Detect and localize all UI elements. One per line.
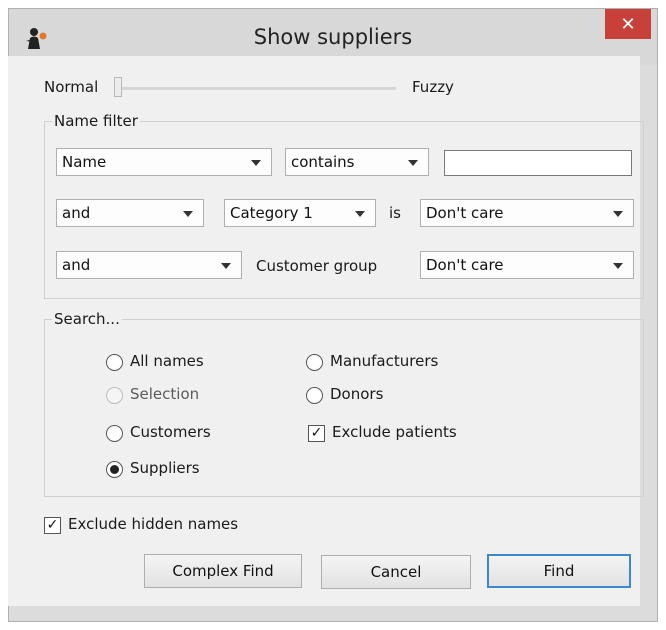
- exclude-hidden-checkbox[interactable]: ✓: [44, 517, 61, 534]
- chevron-down-icon: [183, 211, 193, 217]
- operator-value: contains: [291, 153, 355, 171]
- conjunction-select-2[interactable]: and: [56, 251, 242, 279]
- customer-group-select[interactable]: Don't care: [420, 251, 634, 279]
- chevron-down-icon: [355, 211, 365, 217]
- name-filter-title: Name filter: [52, 112, 140, 130]
- operator-select[interactable]: contains: [285, 148, 429, 176]
- manufacturers-label[interactable]: Manufacturers: [330, 352, 438, 370]
- fuzzy-slider-thumb[interactable]: [114, 77, 122, 97]
- chevron-down-icon: [251, 160, 261, 166]
- chevron-down-icon: [408, 160, 418, 166]
- radio-customers[interactable]: [106, 425, 123, 442]
- window-title: Show suppliers: [253, 25, 413, 49]
- customers-label[interactable]: Customers: [130, 423, 211, 441]
- close-button[interactable]: ✕: [605, 9, 651, 39]
- fuzzy-slider-track[interactable]: [116, 87, 396, 90]
- radio-manufacturers[interactable]: [306, 354, 323, 371]
- conjunction-select-1[interactable]: and: [56, 199, 204, 227]
- donors-label[interactable]: Donors: [330, 385, 383, 403]
- name-filter-text-input[interactable]: [444, 150, 632, 176]
- customer-group-label: Customer group: [256, 257, 378, 275]
- chevron-down-icon: [613, 211, 623, 217]
- all-names-label[interactable]: All names: [130, 352, 204, 370]
- slider-fuzzy-label: Fuzzy: [412, 78, 454, 96]
- slider-normal-label: Normal: [44, 78, 99, 96]
- radio-selection: [106, 387, 123, 404]
- search-group-title: Search...: [52, 310, 122, 328]
- chevron-down-icon: [613, 263, 623, 269]
- chevron-down-icon: [221, 263, 231, 269]
- category-value-select[interactable]: Don't care: [420, 199, 634, 227]
- customer-group-value: Don't care: [426, 256, 504, 274]
- exclude-hidden-label[interactable]: Exclude hidden names: [68, 515, 238, 533]
- selection-label: Selection: [130, 385, 200, 403]
- exclude-patients-checkbox[interactable]: ✓: [308, 425, 325, 442]
- complex-find-button[interactable]: Complex Find: [144, 554, 302, 588]
- name-field-value: Name: [62, 153, 107, 171]
- suppliers-label[interactable]: Suppliers: [130, 459, 200, 477]
- radio-donors[interactable]: [306, 387, 323, 404]
- is-label: is: [389, 204, 401, 222]
- close-icon: ✕: [620, 13, 636, 35]
- radio-selected-dot: [110, 465, 119, 474]
- name-field-select[interactable]: Name: [56, 148, 272, 176]
- find-button[interactable]: Find: [487, 554, 631, 588]
- radio-all-names[interactable]: [106, 354, 123, 371]
- category-value: Category 1: [230, 204, 313, 222]
- conjunction-value-2: and: [62, 256, 91, 274]
- cancel-button[interactable]: Cancel: [321, 555, 471, 589]
- radio-suppliers[interactable]: [106, 461, 123, 478]
- exclude-patients-label[interactable]: Exclude patients: [332, 423, 457, 441]
- category-condition-value: Don't care: [426, 204, 504, 222]
- category-select[interactable]: Category 1: [224, 199, 376, 227]
- conjunction-value-1: and: [62, 204, 91, 222]
